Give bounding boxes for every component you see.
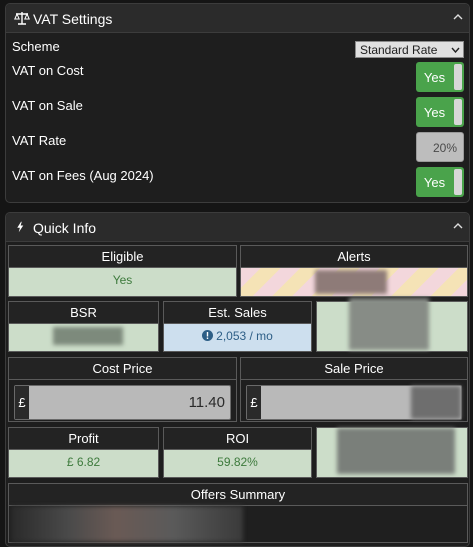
offers-summary-body[interactable] [9,506,467,542]
quick-info-title: Quick Info [33,220,97,236]
redacted-card-1-content [349,298,429,350]
offers-summary-card: Offers Summary [8,483,468,543]
offers-summary-label: Offers Summary [9,484,467,506]
est-sales-value: 2,053 / mo [216,329,273,343]
toggle-knob [454,99,462,125]
offers-summary-redacted [11,506,243,542]
bsr-body [9,324,158,351]
toggle-knob [454,169,462,195]
chevron-down-icon [451,47,460,53]
alerts-card: Alerts [240,245,468,297]
vat-settings-header[interactable]: VAT Settings [6,4,469,33]
cost-price-value: 11.40 [188,394,225,411]
scheme-select-value: Standard Rate [360,43,438,57]
profit-body: £ 6.82 [9,450,158,477]
sale-price-input[interactable]: £ [246,385,462,420]
sale-price-redacted [411,386,461,419]
bsr-redacted [53,327,123,345]
alerts-body[interactable] [241,268,467,296]
sale-price-currency: £ [247,386,261,419]
roi-label: ROI [164,428,311,450]
eligible-card: Eligible Yes [8,245,237,297]
eligible-label: Eligible [9,246,236,268]
est-sales-value-wrap: 2,053 / mo [164,329,311,343]
roi-value: 59.82% [217,455,258,469]
vat-rate-input[interactable]: 20% [416,132,464,162]
vat-settings-title: VAT Settings [33,11,113,27]
alerts-redacted [315,270,387,294]
sale-price-card: Sale Price £ [240,357,468,422]
eligible-body: Yes [9,268,236,296]
est-sales-body: 2,053 / mo [164,324,311,351]
toggle-knob [454,64,462,90]
info-icon [202,330,214,341]
chevron-up-icon[interactable] [453,222,463,230]
profit-value: £ 6.82 [66,455,101,469]
cost-price-label: Cost Price [9,358,236,380]
sale-price-label: Sale Price [241,358,467,380]
quick-info-header[interactable]: Quick Info [6,213,469,242]
profit-label: Profit [9,428,158,450]
cost-price-currency: £ [15,386,29,419]
profit-card: Profit £ 6.82 [8,427,159,478]
redacted-card-2-content [337,428,455,474]
redacted-card-2 [316,427,468,478]
vat-settings-panel: VAT Settings Scheme Standard Rate VAT on… [5,3,470,203]
est-sales-card: Est. Sales 2,053 / mo [163,301,312,352]
vat-on-cost-value: Yes [423,70,446,85]
vat-on-cost-label: VAT on Cost [12,63,84,78]
roi-card: ROI 59.82% [163,427,312,478]
scheme-label: Scheme [12,39,60,54]
vat-on-cost-toggle[interactable]: Yes [416,62,464,92]
alerts-label: Alerts [241,246,467,268]
bsr-label: BSR [9,302,158,324]
vat-on-fees-value: Yes [423,175,446,190]
vat-rate-label: VAT Rate [12,133,67,148]
vat-on-fees-label: VAT on Fees (Aug 2024) [12,168,154,183]
vat-on-sale-toggle[interactable]: Yes [416,97,464,127]
cost-price-input[interactable]: £ 11.40 [14,385,231,420]
vat-on-sale-label: VAT on Sale [12,98,83,113]
scheme-select[interactable]: Standard Rate [355,41,464,58]
bsr-card: BSR [8,301,159,352]
lightning-icon [17,221,24,233]
scales-icon [14,12,30,25]
eligible-value: Yes [112,273,133,287]
vat-rate-value: 20% [432,141,457,155]
cost-price-card: Cost Price £ 11.40 [8,357,237,422]
roi-body: 59.82% [164,450,311,477]
chevron-up-icon[interactable] [453,13,463,21]
vat-on-fees-toggle[interactable]: Yes [416,167,464,197]
quick-info-panel: Quick Info Eligible Yes Alerts BSR Est. … [5,212,470,547]
redacted-card-1 [316,298,468,352]
est-sales-label: Est. Sales [164,302,311,324]
vat-on-sale-value: Yes [423,105,446,120]
